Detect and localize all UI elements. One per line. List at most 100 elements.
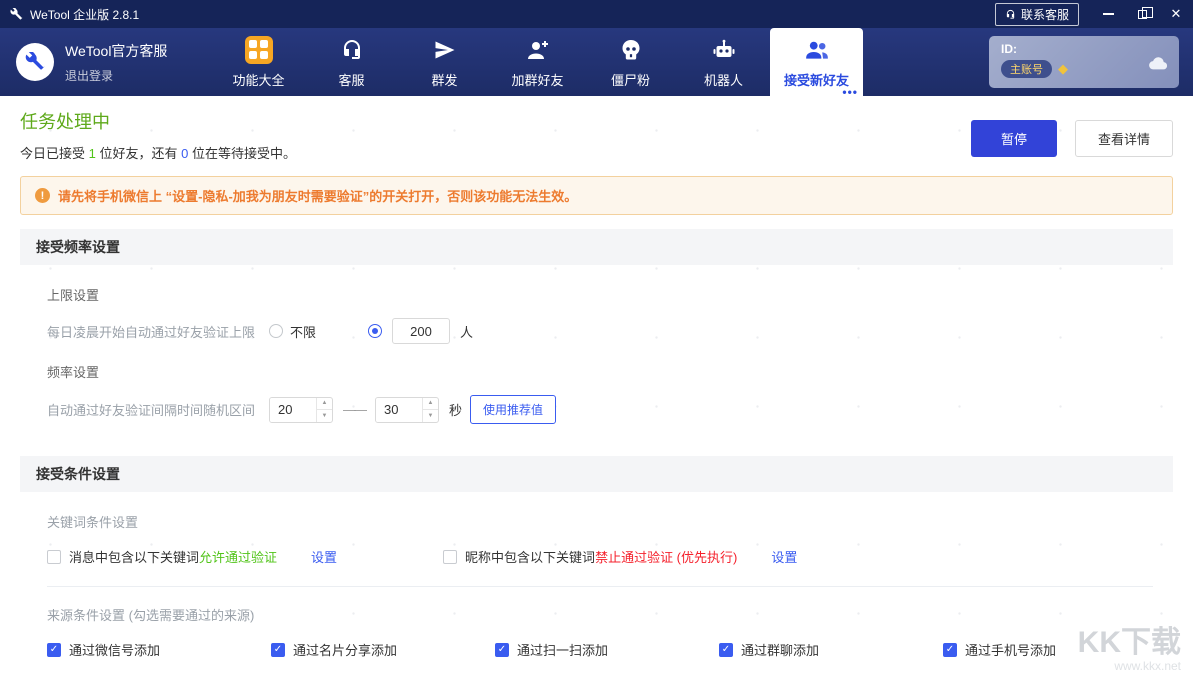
allow-highlight: 允许通过验证 [199, 550, 277, 565]
deny-keyword-label: 昵称中包含以下关键词禁止通过验证 (优先执行) [465, 547, 737, 566]
checked-checkbox[interactable] [943, 643, 957, 657]
skull-icon [619, 36, 643, 64]
paper-plane-icon [433, 36, 457, 64]
summary-middle: 位好友，还有 [96, 146, 181, 161]
condition-section-body: 关键词条件设置 消息中包含以下关键词允许通过验证 设置 昵称中包含以下关键词禁止… [20, 492, 1173, 676]
radio-option-unlimited[interactable]: 不限 [269, 322, 316, 341]
interval-min-input[interactable] [270, 398, 316, 422]
headset-mini-icon [1005, 9, 1016, 20]
minimize-icon [1103, 13, 1114, 15]
account-brand: WeTool官方客服 退出登录 [0, 28, 212, 96]
keyword-subtitle: 关键词条件设置 [47, 512, 1153, 531]
people-icon [804, 36, 830, 64]
checked-checkbox[interactable] [495, 643, 509, 657]
nav-item-label: 机器人 [704, 70, 743, 89]
source-option-scan-qr[interactable]: 通过扫一扫添加 [495, 640, 719, 659]
keyword-row: 消息中包含以下关键词允许通过验证 设置 昵称中包含以下关键词禁止通过验证 (优先… [47, 547, 1153, 566]
allow-keyword-label: 消息中包含以下关键词允许通过验证 [69, 547, 277, 566]
account-name: WeTool官方客服 [65, 41, 167, 61]
rate-row: 自动通过好友验证间隔时间随机区间 —— 秒 使用推荐值 [47, 395, 1153, 424]
source-option-group-chat[interactable]: 通过群聊添加 [719, 640, 943, 659]
badge-row: 主账号 ◆ [1001, 60, 1167, 78]
interval-max-stepper [375, 397, 439, 423]
daily-limit-input[interactable] [392, 318, 450, 344]
radio-limited[interactable] [368, 324, 382, 338]
allow-keyword-group: 消息中包含以下关键词允许通过验证 设置 [47, 547, 337, 566]
close-icon: ✕ [1171, 6, 1182, 22]
spin-up-icon[interactable] [317, 398, 332, 411]
source-option-name-card[interactable]: 通过名片分享添加 [271, 640, 495, 659]
deny-keyword-checkbox[interactable] [443, 550, 457, 564]
allow-keyword-checkbox[interactable] [47, 550, 61, 564]
interval-min-stepper [269, 397, 333, 423]
id-label: ID: [1001, 42, 1167, 56]
nav-item-label: 客服 [338, 70, 364, 89]
nav-item-label: 群发 [431, 70, 457, 89]
nav-item-zombie-fans[interactable]: 僵尸粉 [584, 28, 677, 96]
use-recommended-button[interactable]: 使用推荐值 [470, 395, 556, 424]
warning-banner: 请先将手机微信上 “设置-隐私-加我为朋友时需要验证”的开关打开，否则该功能无法… [20, 176, 1173, 215]
minimize-button[interactable] [1091, 0, 1125, 28]
logout-link[interactable]: 退出登录 [65, 67, 167, 84]
contact-support-button[interactable]: 联系客服 [995, 3, 1079, 26]
interval-max-input[interactable] [376, 398, 422, 422]
task-status-bar: 任务处理中 今日已接受 1 位好友，还有 0 位在等待接受中。 暂停 查看详情 [0, 96, 1193, 166]
checked-checkbox[interactable] [719, 643, 733, 657]
divider [47, 586, 1153, 587]
deny-keyword-group: 昵称中包含以下关键词禁止通过验证 (优先执行) 设置 [443, 547, 797, 566]
view-details-button[interactable]: 查看详情 [1075, 120, 1173, 157]
nav-item-features[interactable]: 功能大全 [212, 28, 305, 96]
condition-section-title: 接受条件设置 [20, 456, 1173, 492]
nav-item-customer-service[interactable]: 客服 [305, 28, 398, 96]
deny-highlight: 禁止通过验证 (优先执行) [595, 550, 737, 565]
site-watermark: KK下载 www.kkx.net [1078, 626, 1181, 674]
pause-button[interactable]: 暂停 [971, 120, 1057, 157]
radio-unlimited[interactable] [269, 324, 283, 338]
nav-item-label: 接受新好友 [784, 70, 849, 89]
range-dash: —— [343, 402, 365, 417]
close-button[interactable]: ✕ [1159, 0, 1193, 28]
radio-option-limited[interactable]: 人 [368, 318, 473, 344]
titlebar: WeTool 企业版 2.8.1 联系客服 ✕ [0, 0, 1193, 28]
app-window: WeTool 企业版 2.8.1 联系客服 ✕ WeTool官方客服 退出登录 [0, 0, 1193, 676]
spin-down-icon[interactable] [317, 410, 332, 422]
checked-checkbox[interactable] [47, 643, 61, 657]
rate-unit: 秒 [449, 400, 462, 419]
contact-support-label: 联系客服 [1021, 6, 1069, 23]
rate-label: 自动通过好友验证间隔时间随机区间 [47, 400, 255, 419]
interval-min-spin [316, 398, 332, 422]
task-summary: 今日已接受 1 位好友，还有 0 位在等待接受中。 [20, 143, 296, 162]
nav-item-add-group-friends[interactable]: 加群好友 [491, 28, 584, 96]
nav-item-mass-send[interactable]: 群发 [398, 28, 491, 96]
robot-icon [712, 36, 736, 64]
account-id-panel: ID: 主账号 ◆ [989, 36, 1179, 88]
nav-item-label: 功能大全 [232, 70, 284, 89]
wetool-wrench-icon [10, 8, 23, 21]
source-subtitle: 来源条件设置 (勾选需要通过的来源) [47, 605, 1153, 624]
task-actions: 暂停 查看详情 [971, 120, 1173, 157]
cloud-sync-icon[interactable] [1147, 52, 1169, 79]
headset-icon [340, 36, 364, 64]
limit-label: 每日凌晨开始自动通过好友验证上限 [47, 322, 255, 341]
nav-item-accept-new-friends[interactable]: 接受新好友 ••• [770, 28, 863, 96]
allow-settings-link[interactable]: 设置 [311, 547, 337, 566]
watermark-url: www.kkx.net [1078, 660, 1181, 674]
deny-settings-link[interactable]: 设置 [771, 547, 797, 566]
checked-checkbox[interactable] [271, 643, 285, 657]
spin-up-icon[interactable] [423, 398, 438, 411]
source-option-wechat-id[interactable]: 通过微信号添加 [47, 640, 271, 659]
frequency-section-body: 上限设置 每日凌晨开始自动通过好友验证上限 不限 人 频率设置 自动通过好友 [20, 265, 1173, 442]
window-title: WeTool 企业版 2.8.1 [30, 6, 139, 23]
nav-item-robot[interactable]: 机器人 [677, 28, 770, 96]
frequency-section-title: 接受频率设置 [20, 229, 1173, 265]
spin-down-icon[interactable] [423, 410, 438, 422]
main-account-badge[interactable]: 主账号 [1001, 60, 1052, 78]
restore-icon [1138, 10, 1147, 19]
app-grid-icon [245, 36, 273, 64]
nav-item-label: 僵尸粉 [611, 70, 650, 89]
summary-suffix: 位在等待接受中。 [188, 146, 296, 161]
restore-button[interactable] [1125, 0, 1159, 28]
nav-item-label: 加群好友 [511, 70, 563, 89]
diamond-icon: ◆ [1058, 61, 1068, 77]
interval-max-spin [422, 398, 438, 422]
